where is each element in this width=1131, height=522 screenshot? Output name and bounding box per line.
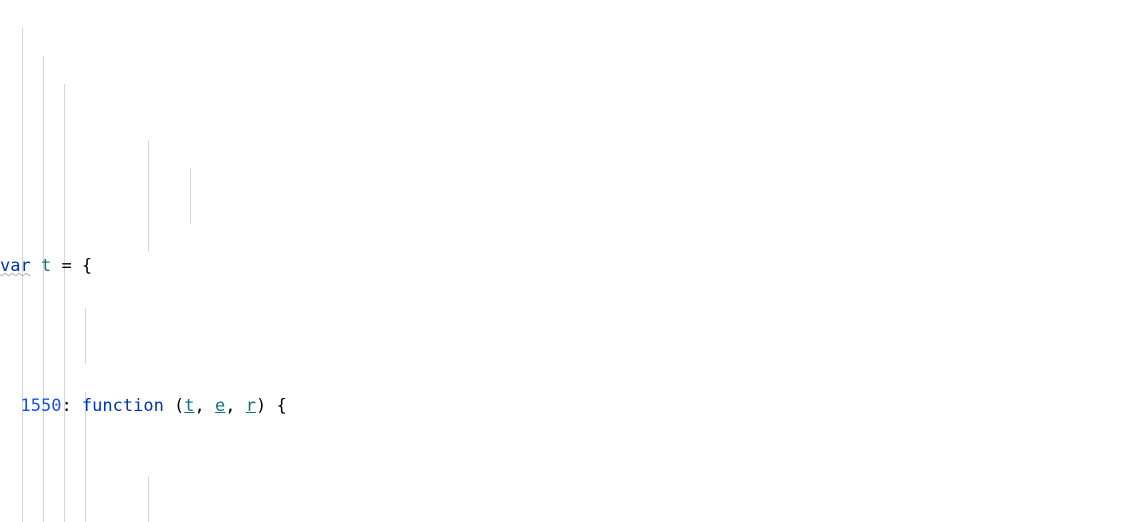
code-editor-viewport[interactable]: var t = { 1550: function (t, e, r) { var…: [0, 0, 1131, 522]
token-param-r: r: [245, 396, 257, 416]
token-keyword-function: function: [81, 396, 164, 416]
token-identifier: t: [40, 256, 52, 276]
code-line[interactable]: var t = {: [0, 252, 1131, 280]
token-number-module-id: 1550: [20, 396, 62, 416]
code-lines[interactable]: var t = { 1550: function (t, e, r) { var…: [0, 140, 1131, 522]
token-keyword-var: var: [0, 256, 31, 276]
code-line[interactable]: 1550: function (t, e, r) {: [0, 392, 1131, 420]
token-param-t: t: [184, 396, 195, 416]
token-param-e: e: [215, 396, 226, 416]
